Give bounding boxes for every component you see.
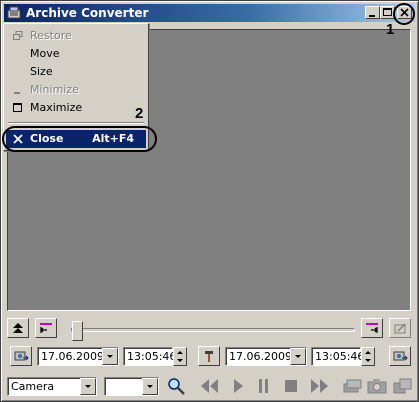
pause-button[interactable] <box>251 375 277 397</box>
menu-item-label: Size <box>30 65 53 78</box>
collapse-button[interactable] <box>7 318 29 338</box>
layers-icon <box>343 379 362 393</box>
chevron-down-icon <box>295 355 301 358</box>
menu-item-minimize[interactable]: Minimize <box>6 81 146 99</box>
end-marker-icon <box>366 323 378 333</box>
export-settings-button[interactable] <box>389 318 411 338</box>
start-time-spinner[interactable] <box>173 347 187 366</box>
chevron-down-icon <box>85 385 91 388</box>
start-date-dropdown[interactable] <box>102 348 118 365</box>
multi-copy-button[interactable] <box>390 375 416 397</box>
menu-separator <box>8 122 144 124</box>
play-icon <box>234 379 243 393</box>
spinner-arrows-icon <box>177 351 183 362</box>
camera-go-icon <box>393 351 408 361</box>
fast-forward-button[interactable] <box>306 375 332 397</box>
rewind-button[interactable] <box>197 375 223 397</box>
edit-settings-icon <box>394 323 406 334</box>
rewind-icon <box>201 379 218 393</box>
stop-icon <box>285 380 297 392</box>
play-button[interactable] <box>225 375 251 397</box>
set-end-marker-button[interactable] <box>361 318 383 338</box>
hammer-icon <box>205 351 213 362</box>
callout-ring-close-button <box>393 3 415 25</box>
archive-converter-window: Archive Converter 17.06.2009 13:05:46 17… <box>0 0 419 402</box>
minimize-button[interactable] <box>365 6 380 19</box>
menu-item-move[interactable]: Move <box>6 45 146 63</box>
snapshot-button[interactable] <box>364 375 390 397</box>
export-frames-button[interactable] <box>339 375 365 397</box>
copy-icon <box>393 378 412 394</box>
menu-item-maximize[interactable]: Maximize <box>6 99 146 117</box>
go-to-start-button[interactable] <box>10 346 32 366</box>
start-time-field[interactable]: 13:05:46 <box>123 347 176 366</box>
menu-item-label: Move <box>30 47 60 60</box>
double-up-arrow-icon <box>13 323 23 333</box>
timeline-slider-thumb[interactable] <box>72 321 83 341</box>
search-button[interactable] <box>164 375 190 397</box>
chevron-down-icon <box>147 385 153 388</box>
stop-button[interactable] <box>278 375 304 397</box>
app-icon[interactable] <box>7 6 21 20</box>
menu-item-label: Restore <box>30 29 72 42</box>
end-time-spinner[interactable] <box>361 347 375 366</box>
chevron-down-icon <box>107 355 113 358</box>
channel-select-dropdown[interactable] <box>142 378 158 395</box>
callout-ring-close-item <box>2 126 157 152</box>
timeline-slider-track[interactable] <box>71 328 355 332</box>
menu-item-restore[interactable]: Restore <box>6 27 146 45</box>
end-time-field[interactable]: 13:05:46 <box>311 347 364 366</box>
menu-item-label: Minimize <box>30 83 79 96</box>
spinner-arrows-icon <box>365 351 371 362</box>
fast-forward-icon <box>311 379 328 393</box>
end-date-dropdown[interactable] <box>290 348 306 365</box>
callout-number-1: 1 <box>386 21 395 38</box>
camera-icon <box>367 379 387 394</box>
window-title: Archive Converter <box>26 6 149 20</box>
minimize-icon <box>369 15 375 17</box>
title-bar[interactable]: Archive Converter <box>4 4 415 22</box>
source-select-dropdown[interactable] <box>80 378 96 395</box>
search-icon <box>168 378 185 395</box>
callout-number-2: 2 <box>135 105 144 122</box>
go-to-end-button[interactable] <box>389 346 411 366</box>
start-marker-icon <box>40 323 52 333</box>
menu-item-size[interactable]: Size <box>6 63 146 81</box>
menu-item-label: Maximize <box>30 101 83 114</box>
set-start-marker-button[interactable] <box>35 318 57 338</box>
camera-go-icon <box>14 351 29 361</box>
pause-icon <box>259 379 268 393</box>
tools-button[interactable] <box>198 346 220 366</box>
